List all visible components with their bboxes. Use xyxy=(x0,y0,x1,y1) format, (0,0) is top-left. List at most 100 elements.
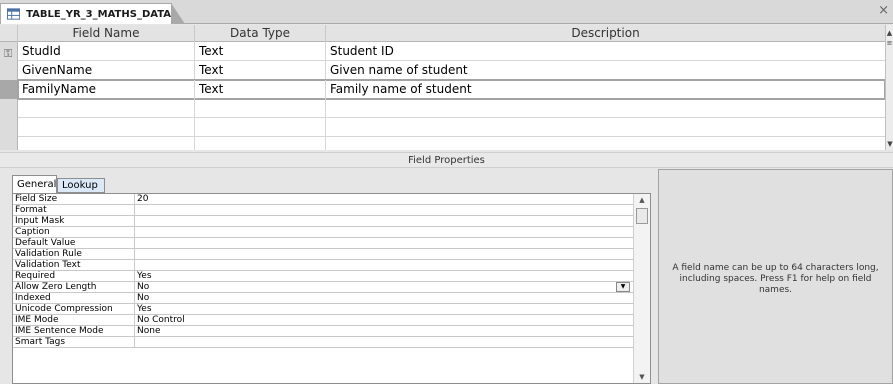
header-field-name: Field Name xyxy=(18,25,195,42)
property-row[interactable]: Required Yes xyxy=(13,271,633,282)
description-cell[interactable]: Student ID xyxy=(326,42,885,61)
header-description: Description xyxy=(571,26,640,40)
property-row[interactable]: Input Mask xyxy=(13,216,633,227)
property-value[interactable] xyxy=(135,227,633,238)
table-tab[interactable]: TABLE_YR_3_MATHS_DATA xyxy=(0,3,185,24)
property-value[interactable]: Yes xyxy=(135,304,633,315)
property-row[interactable]: Field Size 20 xyxy=(13,194,633,205)
scroll-up-icon[interactable]: ▲ xyxy=(634,196,650,204)
property-value[interactable]: Yes xyxy=(135,271,633,282)
data-type-cell[interactable]: Text xyxy=(195,42,326,61)
property-name: IME Sentence Mode xyxy=(13,326,135,337)
property-name: Input Mask xyxy=(13,216,135,227)
chevron-down-icon[interactable]: ▼ xyxy=(616,282,630,292)
property-value[interactable] xyxy=(135,260,633,271)
data-type-cell[interactable]: Text xyxy=(195,61,326,80)
data-type-cell[interactable] xyxy=(195,99,326,118)
property-row[interactable]: Unicode Compression Yes xyxy=(13,304,633,315)
property-name: Validation Text xyxy=(13,260,135,271)
description-cell[interactable]: Given name of student xyxy=(326,61,885,80)
property-name: Format xyxy=(13,205,135,216)
row-selector[interactable] xyxy=(0,99,18,118)
property-name: Smart Tags xyxy=(13,337,135,348)
data-type-cell[interactable] xyxy=(195,118,326,137)
property-row[interactable]: IME Sentence Mode None xyxy=(13,326,633,337)
table-row-empty[interactable] xyxy=(18,99,885,118)
field-name-cell[interactable]: GivenName xyxy=(18,61,195,80)
property-name: Indexed xyxy=(13,293,135,304)
property-name: IME Mode xyxy=(13,315,135,326)
field-properties-panel: General Lookup Field Size 20 Format Input… xyxy=(0,169,893,384)
property-row[interactable]: IME Mode No Control xyxy=(13,315,633,326)
table-tab-label: TABLE_YR_3_MATHS_DATA xyxy=(26,8,171,20)
property-value[interactable] xyxy=(135,216,633,227)
property-value[interactable]: No Control xyxy=(135,315,633,326)
property-value[interactable]: No xyxy=(135,282,633,293)
property-row[interactable]: Indexed No xyxy=(13,293,633,304)
property-value[interactable]: None xyxy=(135,326,633,337)
document-tab-strip: TABLE_YR_3_MATHS_DATA × xyxy=(0,0,893,24)
scroll-down-icon[interactable]: ▼ xyxy=(634,373,650,381)
scroll-thumb-icon[interactable]: ≡ xyxy=(886,39,893,47)
table-row[interactable]: StudId Text Student ID xyxy=(18,42,885,61)
property-value[interactable] xyxy=(135,337,633,348)
header-data-type: Data Type xyxy=(195,25,326,42)
table-design-grid: Field Name Data Type Description ⚿ StudI… xyxy=(0,25,886,150)
property-name: Unicode Compression xyxy=(13,304,135,315)
close-icon[interactable]: × xyxy=(878,3,889,18)
table-row-current[interactable]: FamilyName Text Family name of student xyxy=(17,79,886,100)
field-name-cell[interactable]: FamilyName xyxy=(18,80,195,99)
property-value[interactable] xyxy=(135,249,633,260)
property-value[interactable]: No xyxy=(135,293,633,304)
property-sheet: Field Size 20 Format Input Mask Caption D… xyxy=(12,193,651,384)
row-selector-current[interactable] xyxy=(0,80,18,99)
row-selector[interactable] xyxy=(0,118,18,137)
field-name-cell[interactable] xyxy=(18,118,195,137)
property-row[interactable]: Default Value xyxy=(13,238,633,249)
grid-scrollbar[interactable]: ▲ ≡ ▼ xyxy=(885,25,893,150)
property-value[interactable] xyxy=(135,238,633,249)
field-name-cell[interactable] xyxy=(18,137,195,150)
scroll-down-icon[interactable]: ▼ xyxy=(886,140,893,148)
property-name: Allow Zero Length xyxy=(13,282,135,293)
tab-lookup[interactable]: Lookup xyxy=(57,178,105,193)
header-corner xyxy=(0,25,18,42)
scroll-up-icon[interactable]: ▲ xyxy=(886,29,893,37)
row-selector[interactable]: ⚿ xyxy=(0,42,18,61)
property-value[interactable]: 20 xyxy=(135,194,633,205)
property-row[interactable]: Format xyxy=(13,205,633,216)
data-type-cell[interactable]: Text xyxy=(195,80,326,99)
row-selector-column: ⚿ xyxy=(0,42,18,150)
property-name: Caption xyxy=(13,227,135,238)
property-row[interactable]: Allow Zero Length No ▼ xyxy=(13,282,633,293)
property-value[interactable] xyxy=(135,205,633,216)
tab-general[interactable]: General xyxy=(12,175,57,194)
field-properties-title: Field Properties xyxy=(0,152,893,168)
property-name: Default Value xyxy=(13,238,135,249)
property-row[interactable]: Validation Text xyxy=(13,260,633,271)
description-cell[interactable] xyxy=(326,99,885,118)
property-name: Required xyxy=(13,271,135,282)
property-name: Field Size xyxy=(13,194,135,205)
table-row-empty[interactable] xyxy=(18,118,885,137)
table-row[interactable]: GivenName Text Given name of student xyxy=(18,61,885,80)
table-row-empty[interactable] xyxy=(18,137,885,150)
property-row[interactable]: Smart Tags xyxy=(13,337,633,348)
table-icon xyxy=(7,8,21,20)
scroll-thumb[interactable] xyxy=(636,208,648,224)
property-row[interactable]: Validation Rule xyxy=(13,249,633,260)
primary-key-icon: ⚿ xyxy=(4,47,13,60)
description-cell[interactable] xyxy=(326,118,885,137)
property-scrollbar[interactable]: ▲ ▼ xyxy=(633,194,650,383)
property-row[interactable]: Caption xyxy=(13,227,633,238)
data-type-cell[interactable] xyxy=(195,137,326,150)
grid-header: Field Name Data Type Description xyxy=(0,25,885,42)
row-selector[interactable] xyxy=(0,61,18,80)
help-text: A field name can be up to 64 characters … xyxy=(672,263,879,295)
description-cell[interactable] xyxy=(326,137,885,150)
help-panel: A field name can be up to 64 characters … xyxy=(658,169,893,384)
description-cell[interactable]: Family name of student xyxy=(326,80,885,99)
field-name-cell[interactable] xyxy=(18,99,195,118)
property-name: Validation Rule xyxy=(13,249,135,260)
field-name-cell[interactable]: StudId xyxy=(18,42,195,61)
